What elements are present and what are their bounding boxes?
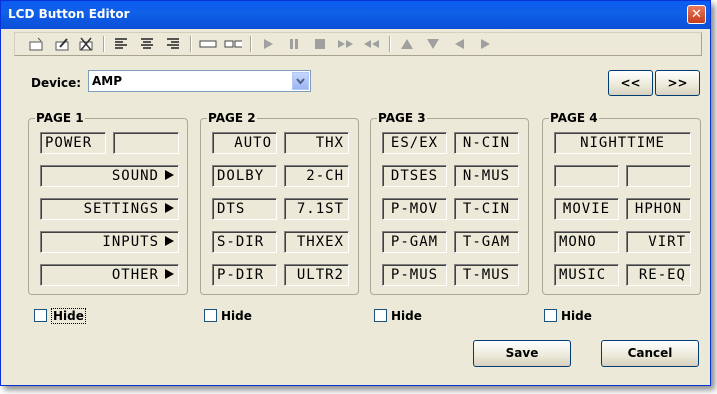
window-title: LCD Button Editor <box>8 7 130 21</box>
lcd-button[interactable]: NIGHTTIME <box>554 132 691 154</box>
lcd-button-editor-window: LCD Button Editor ✕ Device: AMP << >> PA… <box>0 0 711 386</box>
lcd-button[interactable]: RE-EQ <box>626 264 691 286</box>
submenu-arrow-icon <box>165 202 174 213</box>
toolbar <box>14 32 702 56</box>
lcd-button[interactable]: N-CIN <box>454 132 519 154</box>
hide-page-2-checkbox[interactable] <box>204 309 217 322</box>
hide-page-3-checkbox[interactable] <box>374 309 387 322</box>
lcd-submenu-button[interactable]: OTHER <box>40 264 179 286</box>
page-2-title: PAGE 2 <box>207 111 257 125</box>
lcd-button-label: INPUTS <box>102 234 159 250</box>
lcd-button[interactable]: N-MUS <box>454 165 519 187</box>
lcd-button[interactable] <box>626 165 691 187</box>
lcd-button[interactable]: DOLBY <box>212 165 277 187</box>
pause-icon[interactable] <box>285 35 303 53</box>
dropdown-arrow[interactable] <box>292 72 309 90</box>
lcd-button[interactable]: 2-CH <box>284 165 349 187</box>
lcd-button[interactable]: DTSES <box>382 165 447 187</box>
page-1-title: PAGE 1 <box>35 111 85 125</box>
hide-page-1-label[interactable]: Hide <box>51 308 86 324</box>
lcd-button[interactable] <box>554 165 619 187</box>
next-device-button[interactable]: >> <box>655 70 700 96</box>
chevron-down-icon <box>296 78 305 85</box>
lcd-button[interactable]: AUTO <box>212 132 277 154</box>
rewind-icon[interactable] <box>363 35 381 53</box>
single-lcd-icon[interactable] <box>199 35 217 53</box>
hide-page-4-label[interactable]: Hide <box>561 309 592 323</box>
lcd-button[interactable]: THXEX <box>284 231 349 253</box>
align-center-icon[interactable] <box>138 35 156 53</box>
lcd-submenu-button[interactable]: INPUTS <box>40 231 179 253</box>
lcd-button[interactable]: T-GAM <box>454 231 519 253</box>
delete-icon[interactable] <box>77 35 95 53</box>
close-icon: ✕ <box>691 7 702 22</box>
lcd-button[interactable]: T-CIN <box>454 198 519 220</box>
play-icon[interactable] <box>259 35 277 53</box>
right-icon[interactable] <box>476 35 494 53</box>
prev-device-button[interactable]: << <box>608 70 653 96</box>
lcd-button-label: SETTINGS <box>83 201 159 217</box>
submenu-arrow-icon <box>165 268 174 279</box>
down-icon[interactable] <box>424 35 442 53</box>
edit-icon[interactable] <box>53 35 71 53</box>
device-value: AMP <box>92 74 123 88</box>
lcd-button[interactable]: MOVIE <box>554 198 619 220</box>
lcd-submenu-button[interactable]: SOUND <box>40 165 179 187</box>
lcd-submenu-button[interactable]: SETTINGS <box>40 198 179 220</box>
up-icon[interactable] <box>398 35 416 53</box>
lcd-button[interactable]: P-GAM <box>382 231 447 253</box>
lcd-button[interactable]: ES/EX <box>382 132 447 154</box>
save-button[interactable]: Save <box>473 340 571 367</box>
toolbar-separator <box>389 36 391 52</box>
lcd-button-label: OTHER <box>111 267 159 283</box>
lcd-button[interactable]: HPHON <box>626 198 691 220</box>
left-icon[interactable] <box>450 35 468 53</box>
hide-page-1-checkbox[interactable] <box>34 309 47 322</box>
new-icon[interactable] <box>27 35 45 53</box>
title-bar[interactable]: LCD Button Editor ✕ <box>1 1 710 29</box>
lcd-button[interactable]: VIRT <box>626 231 691 253</box>
hide-page-4-checkbox[interactable] <box>544 309 557 322</box>
lcd-button[interactable]: P-MOV <box>382 198 447 220</box>
align-left-icon[interactable] <box>112 35 130 53</box>
align-right-icon[interactable] <box>164 35 182 53</box>
lcd-button[interactable]: P-MUS <box>382 264 447 286</box>
submenu-arrow-icon <box>165 169 174 180</box>
lcd-button[interactable]: 7.1ST <box>284 198 349 220</box>
page-3-title: PAGE 3 <box>377 111 427 125</box>
toolbar-separator <box>103 36 105 52</box>
device-select[interactable]: AMP <box>88 70 311 92</box>
lcd-button[interactable]: MUSIC <box>554 264 619 286</box>
cancel-button[interactable]: Cancel <box>601 340 699 367</box>
close-button[interactable]: ✕ <box>687 5 706 24</box>
lcd-button-label: SOUND <box>111 168 159 184</box>
submenu-arrow-icon <box>165 235 174 246</box>
toolbar-separator <box>190 36 192 52</box>
lcd-button[interactable]: T-MUS <box>454 264 519 286</box>
lcd-button[interactable]: THX <box>284 132 349 154</box>
page-4-title: PAGE 4 <box>549 111 599 125</box>
device-label: Device: <box>31 76 82 90</box>
lcd-button[interactable] <box>113 132 179 154</box>
stop-icon[interactable] <box>311 35 329 53</box>
lcd-button[interactable]: DTS <box>212 198 277 220</box>
lcd-button[interactable]: S-DIR <box>212 231 277 253</box>
lcd-button[interactable]: POWER <box>40 132 106 154</box>
lcd-button[interactable]: P-DIR <box>212 264 277 286</box>
lcd-button[interactable]: MONO <box>554 231 619 253</box>
hide-page-2-label[interactable]: Hide <box>221 309 252 323</box>
fast-forward-icon[interactable] <box>337 35 355 53</box>
hide-page-3-label[interactable]: Hide <box>391 309 422 323</box>
toolbar-separator <box>250 36 252 52</box>
lcd-button[interactable]: ULTR2 <box>284 264 349 286</box>
double-lcd-icon[interactable] <box>224 35 242 53</box>
